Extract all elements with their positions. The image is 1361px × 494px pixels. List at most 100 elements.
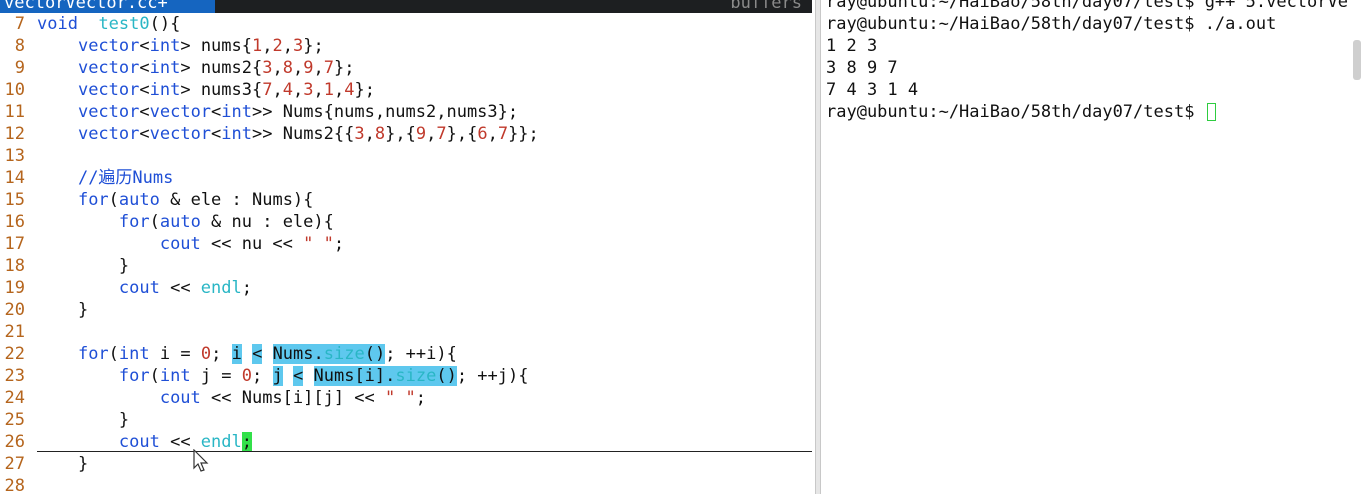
code-text: vector<vector<int>> Nums{nums,nums2,nums… <box>37 101 518 123</box>
code-token: ; <box>241 432 252 452</box>
line-number: 20 <box>4 300 25 320</box>
code-token: (){ <box>149 14 181 34</box>
code-line[interactable]: 9 vector<int> nums2{3,8,9,7}; <box>0 57 812 79</box>
code-token: , <box>487 124 498 144</box>
code-token: , <box>272 58 283 78</box>
code-token: i = <box>149 344 201 364</box>
code-token: , <box>282 36 293 56</box>
code-line[interactable]: 10 vector<int> nums3{7,4,3,1,4}; <box>0 79 812 101</box>
code-token: " " <box>303 234 334 254</box>
code-line[interactable]: 19 cout << endl; <box>0 277 812 299</box>
code-line[interactable]: 18 } <box>0 255 812 277</box>
code-line[interactable]: 7 void test0(){ <box>0 13 812 35</box>
code-editor-pane[interactable]: vectorVector.cc+ buffers 7 void test0(){8… <box>0 0 812 494</box>
terminal-prompt-line[interactable]: ray@ubuntu:~/HaiBao/58th/day07/test$ <box>826 101 1348 123</box>
line-number: 19 <box>4 278 25 298</box>
terminal-pane[interactable]: ray@ubuntu:~/HaiBao/58th/day07/test$ g++… <box>821 0 1361 494</box>
code-token: 4 <box>344 80 355 100</box>
code-token: i <box>231 344 242 364</box>
code-token: << nu << <box>200 234 304 254</box>
line-number: 11 <box>4 102 25 122</box>
code-token: , <box>426 124 437 144</box>
terminal-line: 1 2 3 <box>826 36 878 56</box>
code-token: , <box>364 124 375 144</box>
code-token: for <box>77 344 109 364</box>
code-line[interactable]: 12 vector<vector<int>> Nums2{{3,8},{9,7}… <box>0 123 812 145</box>
code-token: for <box>118 366 150 386</box>
line-number: 13 <box>4 146 25 166</box>
code-line[interactable]: 17 cout << nu << " "; <box>0 233 812 255</box>
code-line[interactable]: 14 //遍历Nums <box>0 167 812 189</box>
code-token: int <box>149 80 181 100</box>
code-line[interactable]: 28 <box>0 475 812 494</box>
code-token: << <box>159 278 201 298</box>
code-line[interactable]: 22 for(int i = 0; i < Nums.size(); ++i){ <box>0 343 812 365</box>
code-token: cout <box>159 388 201 408</box>
code-token: int <box>221 124 253 144</box>
code-line[interactable]: 26 cout << endl; <box>0 431 812 453</box>
terminal-line: 3 8 9 7 <box>826 58 898 78</box>
code-token: , <box>313 80 324 100</box>
code-line[interactable]: 23 for(int j = 0; j < Nums[i].size(); ++… <box>0 365 812 387</box>
code-token: } <box>37 256 130 276</box>
code-token: , <box>272 80 283 100</box>
code-token: 7 <box>436 124 447 144</box>
code-token: j <box>272 366 283 386</box>
code-line[interactable]: 8 vector<int> nums{1,2,3}; <box>0 35 812 57</box>
code-token: , <box>333 80 345 100</box>
terminal-scrollbar[interactable] <box>1353 40 1361 80</box>
code-token: }; <box>333 58 355 78</box>
code-token: vector <box>149 124 212 144</box>
code-line[interactable]: 20 } <box>0 299 812 321</box>
code-line[interactable]: 27 } <box>0 453 812 475</box>
code-token: >> Nums2{{ <box>252 124 355 144</box>
code-text: } <box>37 255 129 277</box>
code-token: >> Nums{nums,nums2,nums3}; <box>252 102 519 122</box>
code-token: ; <box>333 234 345 254</box>
code-token: () <box>436 366 457 386</box>
code-token: ( <box>108 190 119 210</box>
code-lines[interactable]: 7 void test0(){8 vector<int> nums{1,2,3};… <box>0 13 812 494</box>
code-text: cout << endl; <box>37 431 252 453</box>
code-token: 2 <box>272 36 283 56</box>
code-token: & nu : ele){ <box>200 212 334 232</box>
code-token: 7 <box>262 80 273 100</box>
code-token: ; <box>241 278 252 298</box>
line-number: 22 <box>4 344 25 364</box>
terminal-output: ray@ubuntu:~/HaiBao/58th/day07/test$ g++… <box>826 0 1348 123</box>
code-token: ( <box>149 366 160 386</box>
code-line[interactable]: 11 vector<vector<int>> Nums{nums,nums2,n… <box>0 101 812 123</box>
code-token: auto <box>159 212 201 232</box>
code-line[interactable]: 21 <box>0 321 812 343</box>
code-text: void test0(){ <box>37 13 180 35</box>
code-text: cout << endl; <box>37 277 252 299</box>
terminal-prompt: ray@ubuntu:~/HaiBao/58th/day07/test$ <box>826 102 1205 122</box>
code-text: for(int j = 0; j < Nums[i].size(); ++j){ <box>37 365 528 387</box>
code-line[interactable]: 13 <box>0 145 812 167</box>
code-token: ; ++j){ <box>456 366 529 386</box>
code-token: 8 <box>282 58 293 78</box>
code-token: }; <box>354 80 375 100</box>
code-token: j = <box>190 366 242 386</box>
tab-vectorvector-cc[interactable]: vectorVector.cc+ <box>0 0 215 13</box>
code-line[interactable]: 16 for(auto & nu : ele){ <box>0 211 812 233</box>
code-text: } <box>37 409 129 431</box>
code-token: < <box>211 124 222 144</box>
code-text: for(auto & ele : Nums){ <box>37 189 313 211</box>
code-token: size <box>323 344 365 364</box>
code-token: 0 <box>200 344 212 364</box>
code-line[interactable]: 15 for(auto & ele : Nums){ <box>0 189 812 211</box>
code-line[interactable]: 25 } <box>0 409 812 431</box>
line-number: 10 <box>4 80 25 100</box>
code-line[interactable]: 24 cout << Nums[i][j] << " "; <box>0 387 812 409</box>
code-token: 1 <box>323 80 334 100</box>
code-text: cout << Nums[i][j] << " "; <box>37 387 426 409</box>
code-token: },{ <box>446 124 478 144</box>
